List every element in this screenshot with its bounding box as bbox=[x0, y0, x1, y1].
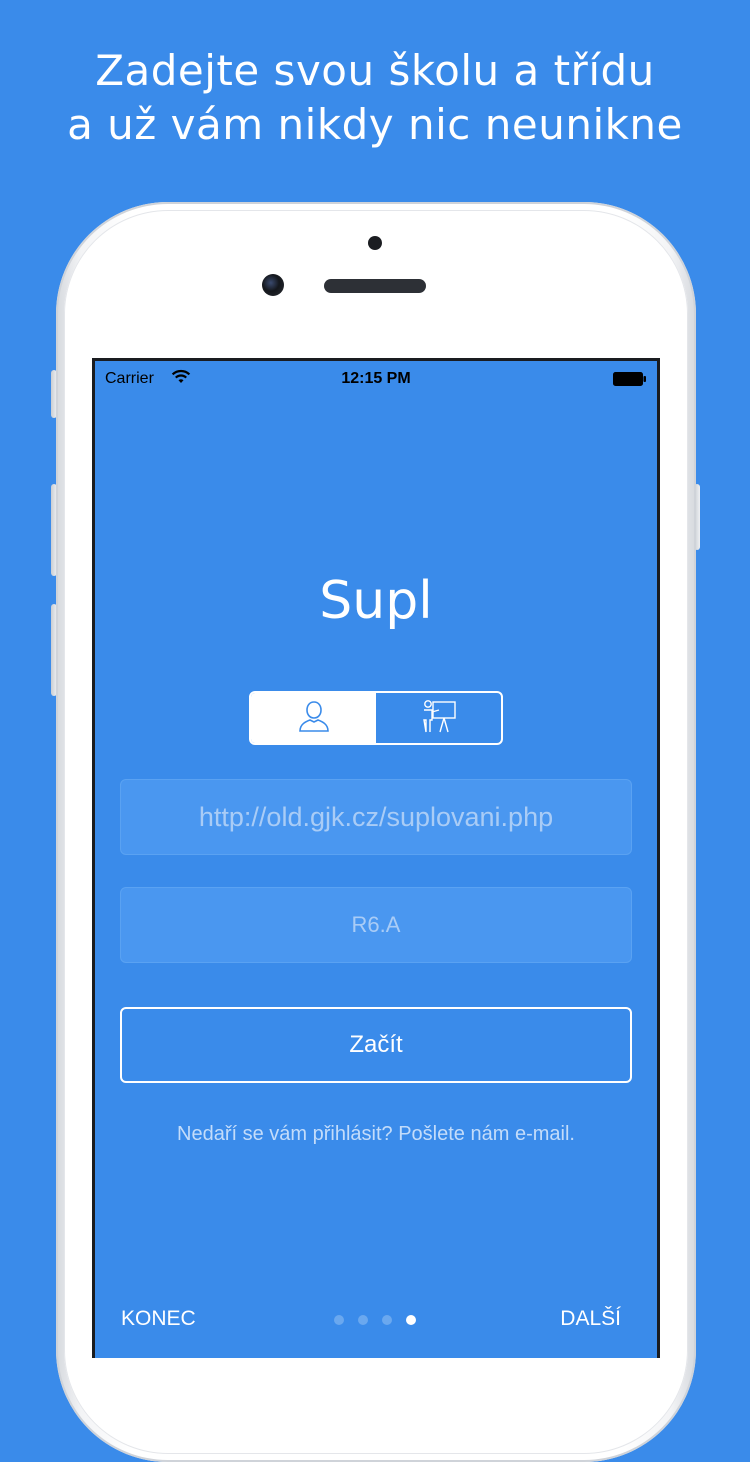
help-email-link[interactable]: Nedaří se vám přihlásit? Pošlete nám e-m… bbox=[95, 1123, 657, 1146]
page-dot bbox=[382, 1315, 392, 1325]
next-button[interactable]: DALŠÍ bbox=[560, 1307, 621, 1331]
battery-icon bbox=[613, 372, 646, 386]
earpiece-speaker bbox=[324, 279, 426, 293]
app-title: Supl bbox=[319, 571, 433, 631]
teacher-icon bbox=[419, 698, 459, 739]
end-button[interactable]: KONEC bbox=[121, 1307, 196, 1331]
page-indicator bbox=[334, 1315, 416, 1325]
onboarding-nav: KONEC DALŠÍ bbox=[95, 1301, 657, 1341]
status-bar: Carrier 12:15 PM bbox=[95, 361, 657, 397]
page-dot-current bbox=[406, 1315, 416, 1325]
start-button[interactable]: Začít bbox=[120, 1007, 632, 1083]
headline-line-2: a už vám nikdy nic neunikne bbox=[67, 100, 683, 149]
segment-teacher[interactable] bbox=[376, 693, 501, 743]
proximity-sensor bbox=[368, 236, 382, 250]
page-dot bbox=[334, 1315, 344, 1325]
student-icon bbox=[296, 698, 332, 739]
segment-student[interactable] bbox=[251, 693, 376, 743]
school-url-input[interactable]: http://old.gjk.cz/suplovani.php bbox=[120, 779, 632, 855]
page-dot bbox=[358, 1315, 368, 1325]
status-time: 12:15 PM bbox=[341, 370, 411, 387]
role-segmented-control[interactable] bbox=[249, 691, 503, 745]
class-input[interactable]: R6.A bbox=[120, 887, 632, 963]
phone-screen: Carrier 12:15 PM Supl http://old.gjk.cz/… bbox=[92, 358, 660, 1358]
front-camera bbox=[262, 274, 284, 296]
headline-line-1: Zadejte svou školu a třídu bbox=[95, 46, 655, 95]
